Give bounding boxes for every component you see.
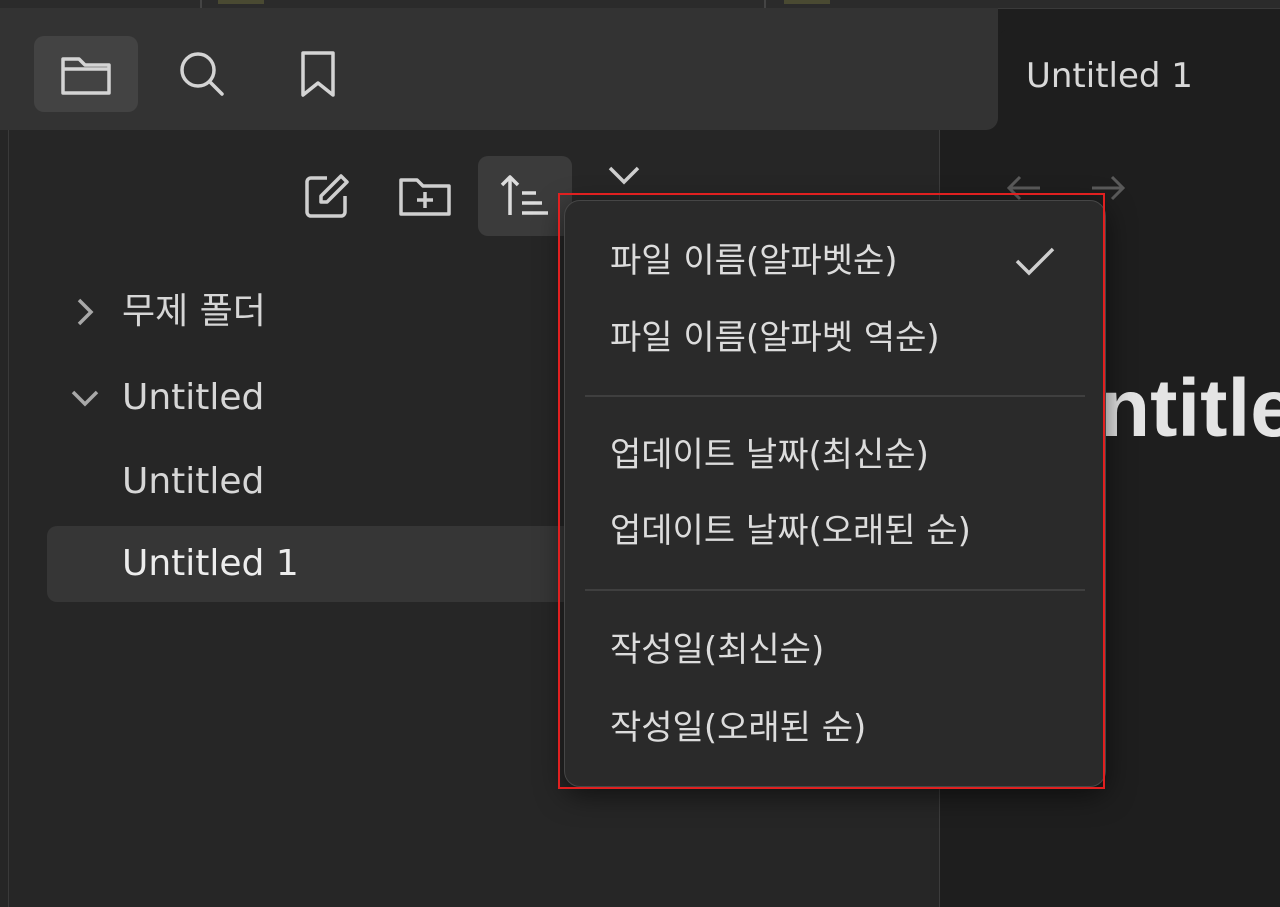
- menu-item-created-oldest[interactable]: 작성일(오래된 순): [610, 698, 866, 758]
- menu-item-label: 파일 이름(알파벳순): [610, 241, 898, 281]
- search-icon: [180, 52, 224, 96]
- tree-folder-item[interactable]: Untitled: [47, 360, 587, 436]
- sidebar-tab-header: [0, 8, 998, 130]
- folder-icon: [61, 57, 111, 95]
- menu-item-label: 작성일(최신순): [610, 630, 825, 670]
- tree-file-item-selected[interactable]: Untitled 1: [47, 526, 587, 602]
- tree-item-label: Untitled: [122, 377, 265, 418]
- menu-item-label: 파일 이름(알파벳 역순): [610, 318, 940, 358]
- menu-item-modified-oldest[interactable]: 업데이트 날짜(오래된 순): [610, 501, 971, 561]
- search-tab-button[interactable]: [150, 36, 254, 112]
- strip-thumbnail: [784, 0, 830, 4]
- menu-item-name-desc[interactable]: 파일 이름(알파벳 역순): [610, 308, 940, 368]
- strip-thumbnail: [218, 0, 264, 4]
- files-tab-button[interactable]: [34, 36, 138, 112]
- sort-menu: 파일 이름(알파벳순) 파일 이름(알파벳 역순) 업데이트 날짜(최신순) 업…: [564, 200, 1106, 787]
- menu-item-label: 업데이트 날짜(오래된 순): [610, 511, 971, 551]
- tree-file-item[interactable]: Untitled: [47, 444, 587, 520]
- menu-item-created-newest[interactable]: 작성일(최신순): [610, 620, 824, 680]
- chevron-down-icon: [608, 166, 640, 185]
- sort-ascending-icon: [500, 175, 548, 215]
- editor-tab[interactable]: Untitled 1: [998, 28, 1280, 130]
- tab-title: Untitled 1: [1026, 56, 1193, 96]
- tree-item-label: 무제 폴더: [122, 291, 266, 332]
- folder-plus-icon: [399, 178, 451, 216]
- new-folder-button[interactable]: [378, 156, 472, 236]
- menu-separator: [585, 395, 1085, 397]
- menu-item-label: 업데이트 날짜(최신순): [610, 435, 929, 475]
- tree-item-label: Untitled: [122, 461, 265, 502]
- sidebar-edge-line: [8, 130, 9, 907]
- strip-divider: [764, 0, 766, 8]
- edit-icon: [305, 174, 349, 218]
- menu-item-name-asc[interactable]: 파일 이름(알파벳순): [610, 231, 898, 291]
- tree-folder-item[interactable]: 무제 폴더: [47, 274, 587, 350]
- note-title[interactable]: ntitle: [1100, 362, 1280, 456]
- chevron-right-icon: [69, 274, 101, 350]
- strip-divider: [200, 0, 202, 8]
- check-icon: [1015, 247, 1055, 276]
- chevron-down-icon: [69, 360, 101, 436]
- tree-item-label: Untitled 1: [122, 543, 299, 584]
- bookmark-icon: [301, 51, 335, 97]
- bookmarks-tab-button[interactable]: [266, 36, 370, 112]
- sort-order-button[interactable]: [478, 156, 572, 236]
- new-note-button[interactable]: [280, 156, 374, 236]
- menu-item-label: 작성일(오래된 순): [610, 708, 867, 748]
- menu-item-modified-newest[interactable]: 업데이트 날짜(최신순): [610, 425, 929, 485]
- menu-separator: [585, 589, 1085, 591]
